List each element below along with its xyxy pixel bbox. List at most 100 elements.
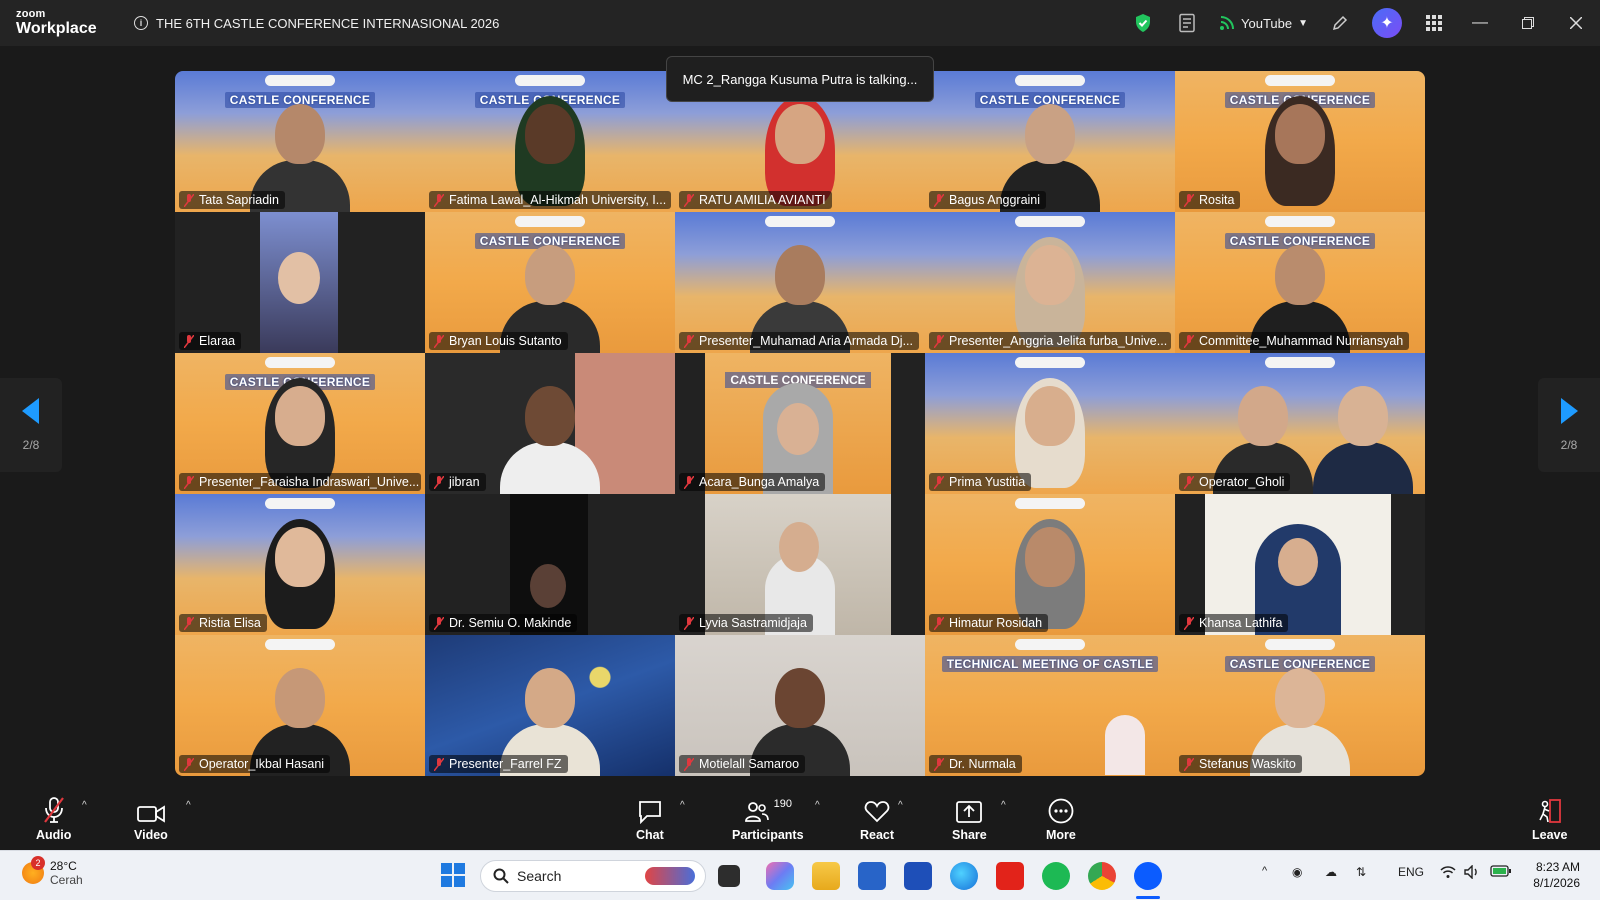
active-speaker-indicator: MC 2_Rangga Kusuma Putra is talking... — [666, 56, 934, 102]
muted-mic-icon — [184, 617, 194, 630]
video-tile[interactable]: Prima Yustitia — [925, 353, 1175, 494]
share-options-caret[interactable]: ^ — [1001, 800, 1006, 811]
participants-options-caret[interactable]: ^ — [815, 800, 820, 811]
muted-mic-icon — [434, 476, 444, 489]
chat-options-caret[interactable]: ^ — [680, 800, 685, 811]
video-tile[interactable]: TECHNICAL MEETING OF CASTLE Dr. Nurmala — [925, 635, 1175, 776]
leave-button[interactable]: Leave — [1532, 796, 1567, 842]
video-tile[interactable]: CASTLE CONFERENCE Acara_Bunga Amalya — [675, 353, 925, 494]
info-icon[interactable]: i — [134, 16, 148, 30]
microsoft-store-icon[interactable] — [858, 862, 886, 890]
annotate-pen-icon[interactable] — [1326, 9, 1354, 37]
spotify-icon[interactable] — [1042, 862, 1070, 890]
participant-name-label: Ristia Elisa — [179, 614, 267, 632]
participant-name-label: jibran — [429, 473, 486, 491]
input-language[interactable]: ENG — [1398, 865, 1424, 879]
apps-grid-icon[interactable] — [1420, 9, 1448, 37]
video-tile[interactable]: CASTLE CONFERENCE Bagus Anggraini — [925, 71, 1175, 212]
file-explorer-icon[interactable] — [812, 862, 840, 890]
wifi-icon[interactable] — [1440, 865, 1456, 882]
notification-badge: 2 — [31, 856, 45, 870]
audio-options-caret[interactable]: ^ — [82, 800, 87, 811]
video-tile[interactable]: Dr. Semiu O. Makinde — [425, 494, 675, 635]
tray-app-icon[interactable]: ◉ — [1292, 865, 1302, 879]
muted-mic-icon — [1184, 194, 1194, 207]
battery-icon[interactable] — [1490, 865, 1512, 880]
sponsor-logos — [1265, 639, 1335, 650]
video-tile[interactable]: Ristia Elisa — [175, 494, 425, 635]
video-tile[interactable]: CASTLE CONFERENCE Stefanus Waskito — [1175, 635, 1425, 776]
video-gallery-grid: CASTLE CONFERENCE Tata Sapriadin CASTLE … — [175, 71, 1425, 776]
more-button[interactable]: More — [1046, 796, 1076, 842]
ai-companion-icon[interactable]: ✦ — [1372, 8, 1402, 38]
clock-date: 8/1/2026 — [1533, 876, 1580, 890]
video-tile[interactable]: CASTLE CONFERENCE Bryan Louis Sutanto — [425, 212, 675, 353]
sponsor-logos — [1015, 639, 1085, 650]
sponsor-logos — [265, 498, 335, 509]
audio-button[interactable]: Audio — [36, 796, 71, 842]
video-tile[interactable]: Motielall Samaroo — [675, 635, 925, 776]
muted-mic-icon — [434, 335, 444, 348]
muted-mic-icon — [684, 194, 694, 207]
weather-widget[interactable]: 2 28°C Cerah — [22, 856, 83, 887]
video-button[interactable]: Video — [134, 796, 168, 842]
video-tile[interactable]: CASTLE CONFERENCE Fatima Lawal_Al-Hikmah… — [425, 71, 675, 212]
show-hidden-icons-chevron-icon[interactable]: ^ — [1262, 865, 1267, 877]
security-shield-icon[interactable] — [1129, 9, 1157, 37]
participants-button[interactable]: 190 Participants — [732, 796, 804, 842]
task-view-icon[interactable] — [718, 865, 740, 887]
notes-icon[interactable] — [1173, 9, 1201, 37]
zoom-app-icon[interactable] — [1134, 862, 1162, 890]
muted-mic-icon — [1184, 335, 1194, 348]
close-button[interactable] — [1552, 0, 1600, 46]
system-clock[interactable]: 8:23 AM 8/1/2026 — [1533, 859, 1580, 891]
video-tile[interactable]: CASTLE CONFERENCE Committee_Muhammad Nur… — [1175, 212, 1425, 353]
tray-network-activity-icon[interactable]: ⇅ — [1356, 865, 1366, 879]
video-tile[interactable]: Presenter_Muhamad Aria Armada Dj... — [675, 212, 925, 353]
livestream-youtube-dropdown[interactable]: YouTube ▼ — [1219, 15, 1308, 31]
volume-icon[interactable] — [1464, 864, 1480, 882]
video-tile[interactable]: Himatur Rosidah — [925, 494, 1175, 635]
copilot-icon[interactable] — [766, 862, 794, 890]
restore-button[interactable] — [1504, 0, 1552, 46]
react-options-caret[interactable]: ^ — [898, 800, 903, 811]
wps-office-icon[interactable] — [996, 862, 1024, 890]
meeting-toolbar: Audio ^ Video ^ Chat ^ 190 Participants … — [0, 788, 1600, 850]
video-tile[interactable]: CASTLE CONFERENCE Presenter_Faraisha Ind… — [175, 353, 425, 494]
meeting-title-text: THE 6TH CASTLE CONFERENCE INTERNASIONAL … — [156, 15, 500, 31]
video-tile[interactable]: Presenter_Farrel FZ — [425, 635, 675, 776]
gallery-prev-page-button[interactable]: 2/8 — [0, 378, 62, 472]
share-button[interactable]: Share — [952, 796, 987, 842]
video-tile[interactable]: Operator_Gholi — [1175, 353, 1425, 494]
participant-name-label: Himatur Rosidah — [929, 614, 1049, 632]
video-tile[interactable]: Operator_Ikbal Hasani — [175, 635, 425, 776]
muted-mic-icon — [184, 335, 194, 348]
edge-browser-icon[interactable] — [950, 862, 978, 890]
video-tile[interactable]: Presenter_Anggria Jelita furba_Unive... — [925, 212, 1175, 353]
taskbar-search-input[interactable]: Search — [480, 860, 706, 892]
video-tile[interactable]: Khansa Lathifa — [1175, 494, 1425, 635]
video-tile[interactable]: CASTLE CONFERENCE Rosita — [1175, 71, 1425, 212]
minimize-button[interactable]: — — [1456, 0, 1504, 46]
react-button[interactable]: React — [860, 796, 894, 842]
participant-name-label: Bagus Anggraini — [929, 191, 1047, 209]
video-options-caret[interactable]: ^ — [186, 800, 191, 811]
windows-start-icon[interactable] — [440, 862, 468, 890]
youtube-label: YouTube — [1241, 15, 1293, 31]
arrow-right-icon — [1561, 398, 1578, 424]
video-tile[interactable]: Lyvia Sastramidjaja — [675, 494, 925, 635]
chat-button[interactable]: Chat — [636, 796, 664, 842]
share-label: Share — [952, 828, 987, 842]
editor-app-icon[interactable] — [904, 862, 932, 890]
meeting-title[interactable]: i THE 6TH CASTLE CONFERENCE INTERNASIONA… — [134, 16, 499, 31]
video-tile[interactable]: jibran — [425, 353, 675, 494]
react-label: React — [860, 828, 895, 842]
participant-name-label: Rosita — [1179, 191, 1241, 209]
video-tile[interactable]: Elaraa — [175, 212, 425, 353]
gallery-next-page-button[interactable]: 2/8 — [1538, 378, 1600, 472]
audio-label: Audio — [36, 828, 72, 842]
video-tile[interactable]: CASTLE CONFERENCE Tata Sapriadin — [175, 71, 425, 212]
chrome-browser-icon[interactable] — [1088, 862, 1116, 890]
tray-cloud-icon[interactable]: ☁ — [1325, 865, 1337, 879]
participant-video — [1308, 376, 1418, 494]
